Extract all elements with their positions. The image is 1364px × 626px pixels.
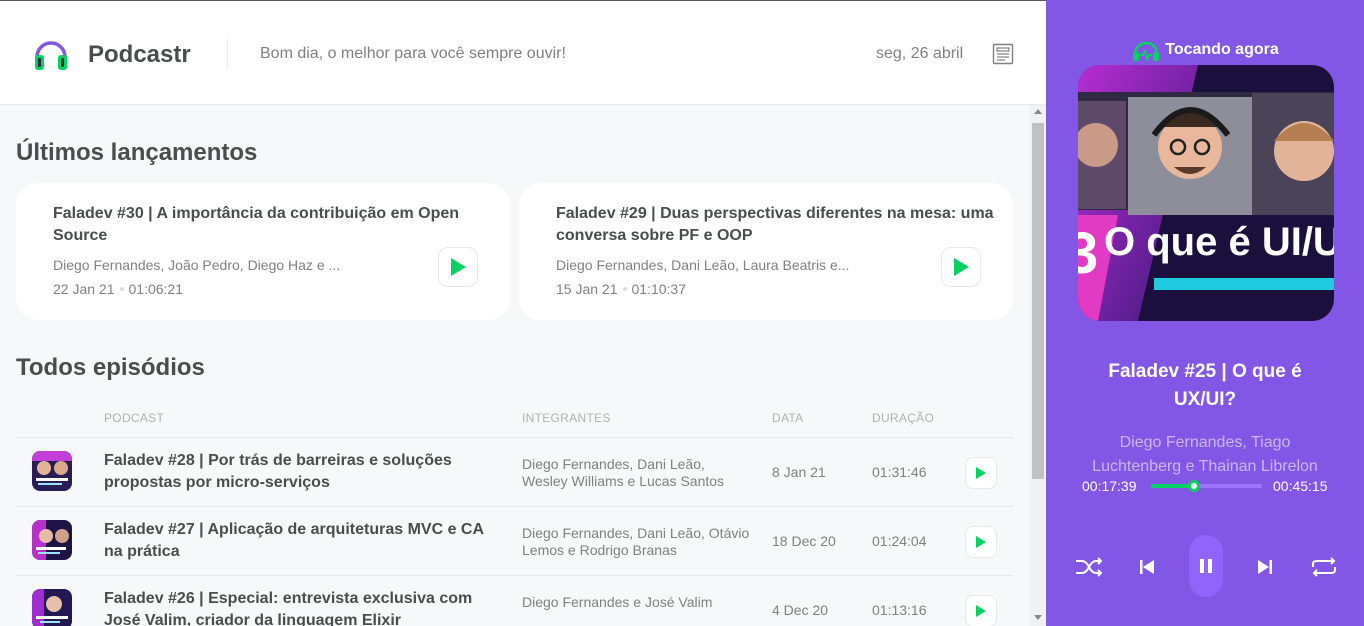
play-button[interactable] — [438, 247, 478, 287]
card-duration: 01:06:21 — [128, 281, 184, 297]
play-button[interactable] — [941, 247, 981, 287]
progress-knob[interactable] — [1188, 480, 1201, 492]
all-episodes-title: Todos episódios — [16, 354, 205, 381]
episode-title: Faladev #25 | O que é UX/UI? — [1108, 361, 1302, 410]
shuffle-button[interactable] — [1072, 550, 1106, 584]
table-row[interactable]: Faladev #27 | Aplicação de arquiteturas … — [16, 506, 1013, 575]
main-content: Últimos lançamentos Faladev #30 | A impo… — [0, 105, 1030, 626]
now-playing-text: Tocando agora — [1165, 41, 1279, 59]
row-duration: 01:13:16 — [872, 602, 927, 618]
row-duration: 01:31:46 — [872, 464, 927, 480]
pause-icon — [1200, 559, 1212, 573]
row-members: Diego Fernandes, Dani Leão, Otávio Lemos… — [522, 525, 750, 558]
column-header-date: DATA — [772, 411, 804, 425]
table-row[interactable]: Faladev #26 | Especial: entrevista exclu… — [16, 575, 1013, 626]
play-icon — [954, 258, 969, 276]
player-panel: Tocando agora O que é UI/U 3 Faladev #25… — [1046, 0, 1364, 626]
repeat-button[interactable] — [1307, 550, 1341, 584]
previous-button[interactable] — [1130, 550, 1164, 584]
row-members: Diego Fernandes, Dani Leão, Wesley Willi… — [522, 456, 725, 489]
episode-cover: O que é UI/U 3 — [1078, 65, 1334, 321]
header-divider — [227, 39, 228, 69]
progress-slider[interactable] — [1151, 480, 1262, 492]
cover-text: O que é UI/U — [1104, 220, 1334, 264]
episode-members: Diego Fernandes, Tiago Luchtenberg e Tha… — [1092, 434, 1318, 475]
row-title[interactable]: Faladev #27 | Aplicação de arquiteturas … — [104, 519, 494, 563]
column-header-duration: DURAÇÃO — [872, 411, 935, 425]
scroll-down-arrow-icon[interactable] — [1034, 615, 1042, 620]
current-time: 00:17:39 — [1082, 478, 1137, 494]
play-icon — [976, 467, 986, 479]
pause-button[interactable] — [1189, 535, 1223, 597]
row-date: 4 Dec 20 — [772, 602, 829, 618]
row-date: 18 Dec 20 — [772, 533, 836, 549]
scroll-thumb[interactable] — [1032, 123, 1044, 479]
play-button[interactable] — [965, 595, 997, 626]
episode-thumbnail — [32, 520, 72, 560]
row-date: 8 Jan 21 — [772, 464, 826, 480]
svg-text:3: 3 — [1078, 221, 1098, 286]
total-time: 00:45:15 — [1273, 478, 1328, 494]
play-icon — [451, 258, 466, 276]
episode-card[interactable]: Faladev #30 | A importância da contribui… — [16, 183, 510, 320]
card-date: 15 Jan 21 — [556, 281, 618, 297]
brand-name[interactable]: Podcastr — [88, 41, 191, 69]
table-row[interactable]: Faladev #28 | Por trás de barreiras e so… — [16, 437, 1013, 506]
row-title[interactable]: Faladev #28 | Por trás de barreiras e so… — [104, 450, 494, 494]
column-header-members: INTEGRANTES — [522, 411, 611, 425]
card-title[interactable]: Faladev #30 | A importância da contribui… — [53, 203, 493, 247]
scroll-up-arrow-icon[interactable] — [1034, 109, 1042, 114]
column-header-podcast: PODCAST — [104, 411, 165, 425]
header: Podcastr Bom dia, o melhor para você sem… — [0, 0, 1046, 105]
shuffle-icon — [1076, 557, 1103, 577]
skip-previous-icon — [1140, 560, 1154, 574]
newspaper-icon[interactable] — [992, 43, 1014, 65]
row-members: Diego Fernandes e José Valim — [522, 594, 713, 610]
episode-thumbnail — [32, 451, 72, 491]
episode-card[interactable]: Faladev #29 | Duas perspectivas diferent… — [519, 183, 1013, 320]
skip-next-icon — [1258, 560, 1272, 574]
latest-section-title: Últimos lançamentos — [16, 139, 258, 166]
card-members: Diego Fernandes, Dani Leão, Laura Beatri… — [556, 257, 850, 273]
current-date: seg, 26 abril — [876, 45, 964, 62]
play-button[interactable] — [965, 526, 997, 558]
card-date: 22 Jan 21 — [53, 281, 115, 297]
separator-dot — [622, 286, 627, 291]
now-playing-label: Tocando agora — [1046, 38, 1364, 62]
episode-thumbnail — [32, 589, 72, 626]
play-icon — [976, 605, 986, 617]
repeat-icon — [1312, 557, 1336, 577]
row-duration: 01:24:04 — [872, 533, 927, 549]
main-scrollbar[interactable] — [1030, 105, 1046, 626]
headphones-icon — [35, 41, 67, 70]
play-button[interactable] — [965, 457, 997, 489]
headphones-icon — [1133, 41, 1160, 62]
separator-dot — [119, 286, 124, 291]
card-meta: 22 Jan 21 01:06:21 — [53, 281, 183, 297]
next-button[interactable] — [1248, 550, 1282, 584]
card-duration: 01:10:37 — [631, 281, 687, 297]
card-meta: 15 Jan 21 01:10:37 — [556, 281, 686, 297]
card-title[interactable]: Faladev #29 | Duas perspectivas diferent… — [556, 203, 996, 247]
greeting-text: Bom dia, o melhor para você sempre ouvir… — [260, 45, 566, 62]
row-title[interactable]: Faladev #26 | Especial: entrevista exclu… — [104, 588, 494, 626]
play-icon — [976, 536, 986, 548]
card-members: Diego Fernandes, João Pedro, Diego Haz e… — [53, 257, 341, 273]
